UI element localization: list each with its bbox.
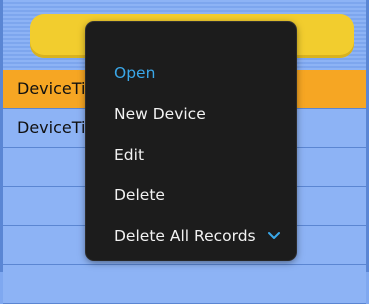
menu-item-delete-all-records[interactable]: Delete All Records xyxy=(114,227,256,245)
list-item-label: DeviceTi xyxy=(17,118,86,137)
list-item-label: DeviceTi xyxy=(17,79,86,98)
menu-item-open[interactable]: Open xyxy=(114,64,155,82)
context-menu: Open New Device Edit Delete Delete All R… xyxy=(86,22,296,260)
menu-item-new-device[interactable]: New Device xyxy=(114,105,206,123)
menu-item-delete[interactable]: Delete xyxy=(114,186,165,204)
menu-item-edit[interactable]: Edit xyxy=(114,146,144,164)
empty-row xyxy=(3,265,366,304)
app-screen: DeviceTi DeviceTi Open New Device Edit D… xyxy=(0,0,369,304)
chevron-down-icon[interactable] xyxy=(268,230,280,240)
